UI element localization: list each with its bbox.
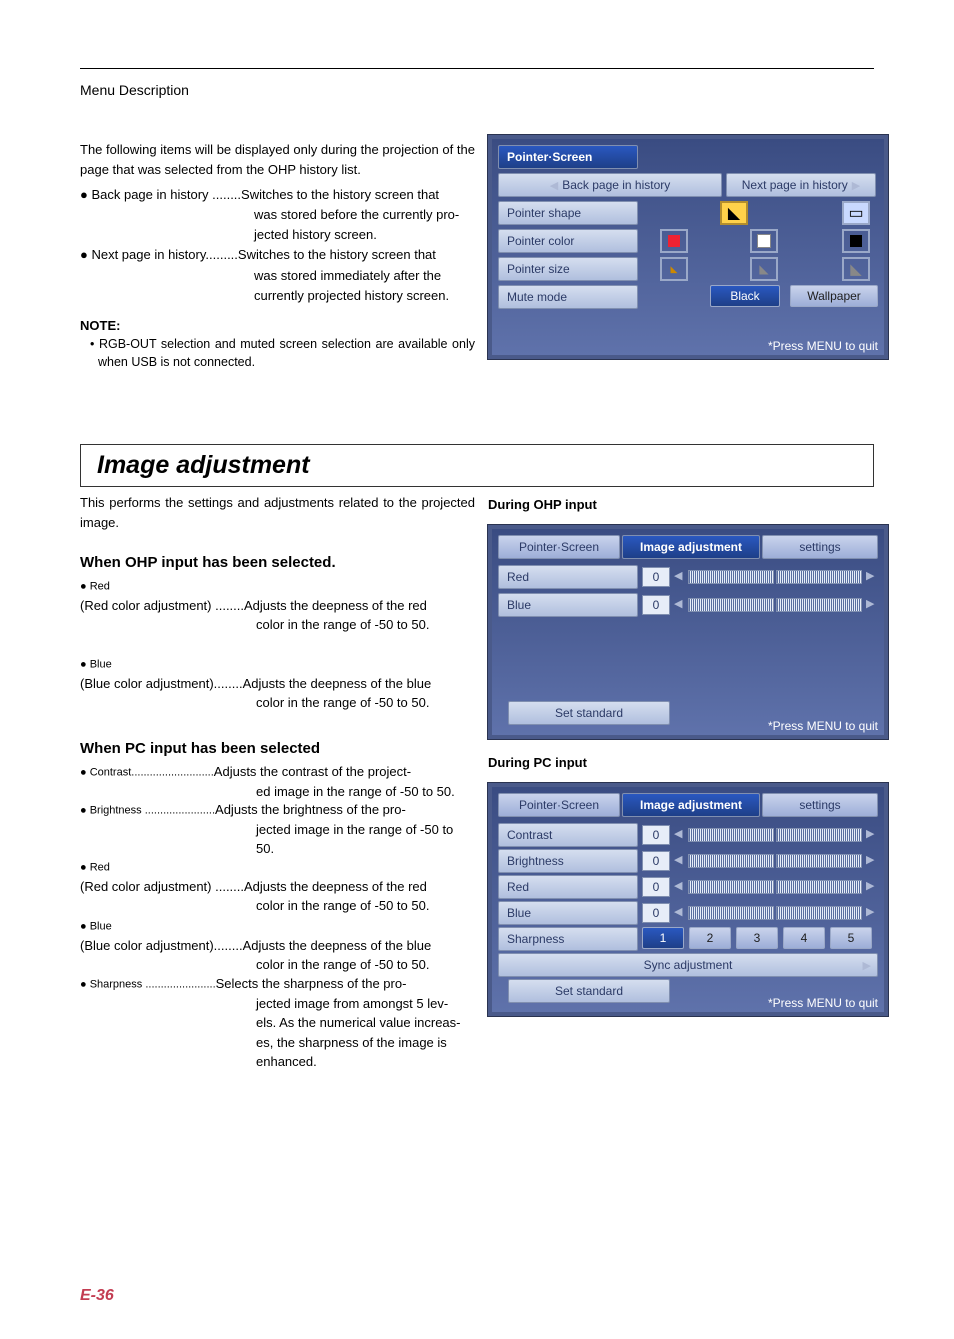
item-sharpness: ● Sharpness .......................Selec…	[80, 974, 475, 1072]
left-arrow-icon[interactable]: ◀	[674, 905, 682, 918]
sharp-1[interactable]: 1	[642, 927, 684, 949]
section-title: Image adjustment	[97, 451, 310, 479]
right-arrow-icon[interactable]: ▶	[866, 905, 874, 918]
mute-black-button[interactable]: Black	[710, 285, 780, 307]
sharp-3[interactable]: 3	[736, 927, 778, 949]
note-block: NOTE: • RGB-OUT selection and muted scre…	[80, 318, 475, 371]
mute-wallpaper-button[interactable]: Wallpaper	[790, 285, 878, 307]
color-option-red[interactable]	[660, 229, 688, 253]
tab-image-adjustment-2[interactable]: Image adjustment	[622, 535, 760, 559]
press-menu-hint: *Press MENU to quit	[768, 719, 878, 733]
history-back-cont2: jected history screen.	[80, 225, 475, 245]
red-slider-ohp[interactable]	[688, 567, 860, 585]
red-value-pc: 0	[642, 877, 670, 897]
chapter-title: Menu Description	[80, 82, 189, 98]
osd-image-adjust-pc: Pointer·Screen Image adjustment settings…	[488, 783, 888, 1016]
item-brightness: ● Brightness .......................Adju…	[80, 800, 475, 859]
sharp-4[interactable]: 4	[783, 927, 825, 949]
back-history-button[interactable]: ◀Back page in history	[498, 173, 722, 197]
right-arrow-icon[interactable]: ▶	[866, 569, 874, 582]
sharp-2[interactable]: 2	[689, 927, 731, 949]
left-arrow-icon[interactable]: ◀	[674, 827, 682, 840]
blue-value-pc: 0	[642, 903, 670, 923]
shape-option-2[interactable]: ▭	[842, 201, 870, 225]
tab-pointer-screen-3[interactable]: Pointer·Screen	[498, 793, 620, 817]
row-pointer-shape[interactable]: Pointer shape	[498, 201, 638, 225]
header-rule	[80, 68, 874, 69]
intro-paragraph: The following items will be displayed on…	[80, 140, 475, 180]
row-blue-ohp[interactable]: Blue	[498, 593, 638, 617]
shape-option-1[interactable]: ◣	[720, 201, 748, 225]
history-next-item: ● Next page in history.........Switches …	[80, 245, 475, 265]
row-brightness[interactable]: Brightness	[498, 849, 638, 873]
right-arrow-icon[interactable]: ▶	[866, 879, 874, 892]
tab-image-adjustment-3[interactable]: Image adjustment	[622, 793, 760, 817]
note-title: NOTE:	[80, 318, 475, 333]
history-item-list: ● Back page in history ........Switches …	[80, 185, 475, 306]
row-pointer-size[interactable]: Pointer size	[498, 257, 638, 281]
row-contrast[interactable]: Contrast	[498, 823, 638, 847]
item-blue-ohp: ● Blue (Blue color adjustment)........Ad…	[80, 654, 475, 713]
press-menu-hint: *Press MENU to quit	[768, 996, 878, 1010]
history-next-cont1: was stored immediately after the	[80, 266, 475, 286]
history-back-item: ● Back page in history ........Switches …	[80, 185, 475, 205]
red-value-ohp: 0	[642, 567, 670, 587]
tab-pointer-screen[interactable]: Pointer·Screen	[498, 145, 638, 169]
left-arrow-icon[interactable]: ◀	[674, 879, 682, 892]
color-option-white[interactable]	[750, 229, 778, 253]
sync-adjustment-row[interactable]: Sync adjustment▶	[498, 953, 878, 977]
section-heading-box: Image adjustment	[80, 444, 874, 487]
subhead-pc: When PC input has been selected	[80, 740, 475, 757]
osd-image-adjust-ohp: Pointer·Screen Image adjustment settings…	[488, 525, 888, 739]
history-next-cont2: currently projected history screen.	[80, 286, 475, 306]
right-arrow-icon[interactable]: ▶	[866, 827, 874, 840]
left-arrow-icon[interactable]: ◀	[674, 569, 682, 582]
row-red-pc[interactable]: Red	[498, 875, 638, 899]
item-contrast: ● Contrast...........................Adj…	[80, 762, 475, 801]
right-arrow-icon: ▶	[863, 959, 871, 972]
right-arrow-icon[interactable]: ▶	[866, 597, 874, 610]
tab-settings-3[interactable]: settings	[762, 793, 878, 817]
size-option-s[interactable]: ◣	[660, 257, 688, 281]
set-standard-button[interactable]: Set standard	[508, 701, 670, 725]
row-pointer-color[interactable]: Pointer color	[498, 229, 638, 253]
item-blue-pc: ● Blue (Blue color adjustment)........Ad…	[80, 916, 475, 975]
size-option-l[interactable]: ◣	[842, 257, 870, 281]
size-option-m[interactable]: ◣	[750, 257, 778, 281]
history-back-cont1: was stored before the currently pro-	[80, 205, 475, 225]
caption-during-pc: During PC input	[488, 755, 587, 770]
left-arrow-icon[interactable]: ◀	[674, 597, 682, 610]
item-red-ohp: ● Red (Red color adjustment) ........Adj…	[80, 576, 475, 635]
note-body: • RGB-OUT selection and muted screen sel…	[80, 335, 475, 371]
next-history-button[interactable]: Next page in history▶	[726, 173, 876, 197]
row-blue-pc[interactable]: Blue	[498, 901, 638, 925]
color-option-black[interactable]	[842, 229, 870, 253]
right-arrow-icon: ▶	[852, 179, 860, 192]
row-sharpness[interactable]: Sharpness	[498, 927, 638, 951]
left-arrow-icon[interactable]: ◀	[674, 853, 682, 866]
set-standard-button-2[interactable]: Set standard	[508, 979, 670, 1003]
page-number: E-36	[80, 1287, 114, 1305]
press-menu-hint: *Press MENU to quit	[768, 339, 878, 353]
right-arrow-icon[interactable]: ▶	[866, 853, 874, 866]
subhead-ohp: When OHP input has been selected.	[80, 554, 475, 571]
blue-slider-pc[interactable]	[688, 903, 860, 921]
row-mute-mode[interactable]: Mute mode	[498, 285, 638, 309]
red-slider-pc[interactable]	[688, 877, 860, 895]
blue-slider-ohp[interactable]	[688, 595, 860, 613]
tab-pointer-screen-2[interactable]: Pointer·Screen	[498, 535, 620, 559]
contrast-value: 0	[642, 825, 670, 845]
brightness-value: 0	[642, 851, 670, 871]
caption-during-ohp: During OHP input	[488, 497, 597, 512]
tab-settings-2[interactable]: settings	[762, 535, 878, 559]
blue-value-ohp: 0	[642, 595, 670, 615]
row-red-ohp[interactable]: Red	[498, 565, 638, 589]
contrast-slider[interactable]	[688, 825, 860, 843]
brightness-slider[interactable]	[688, 851, 860, 869]
section-intro: This performs the settings and adjustmen…	[80, 493, 475, 533]
osd-pointer-screen: Pointer·Screen ◀Back page in history Nex…	[488, 135, 888, 359]
sharp-5[interactable]: 5	[830, 927, 872, 949]
item-red-pc: ● Red (Red color adjustment) ........Adj…	[80, 857, 475, 916]
left-arrow-icon: ◀	[550, 179, 558, 192]
